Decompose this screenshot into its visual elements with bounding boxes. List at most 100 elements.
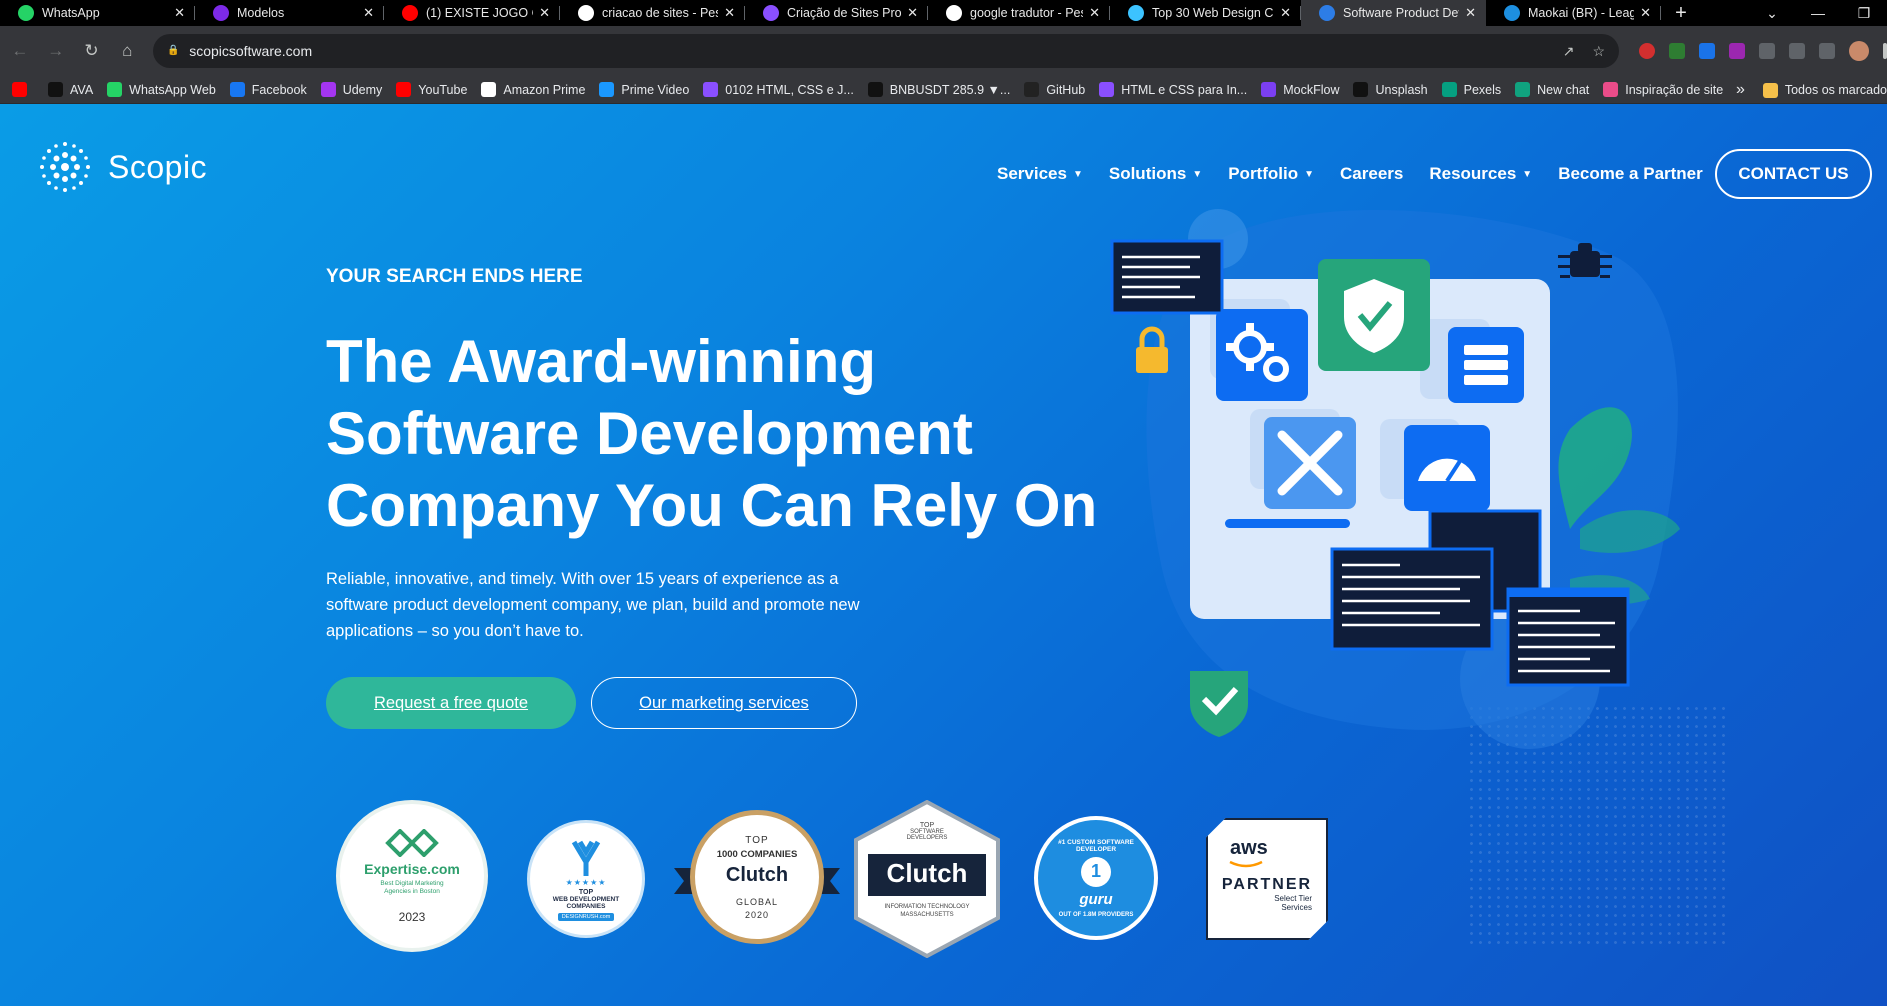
site-logo[interactable]: Scopic bbox=[38, 140, 207, 194]
chevron-down-icon: ▼ bbox=[1192, 168, 1203, 180]
youtube-icon bbox=[396, 82, 412, 97]
bookmark-item[interactable]: Prime Video bbox=[599, 82, 689, 97]
close-tab-icon[interactable]: ✕ bbox=[1465, 5, 1476, 21]
extension-icon[interactable] bbox=[1729, 43, 1745, 59]
scopic-logo-icon bbox=[40, 142, 90, 192]
bookmark-item[interactable]: Udemy bbox=[320, 82, 382, 97]
nav-item-careers[interactable]: Careers bbox=[1340, 164, 1403, 184]
expertise-logo-icon bbox=[385, 828, 439, 857]
bookmark-label: YouTube bbox=[418, 82, 468, 97]
close-tab-icon[interactable]: ✕ bbox=[539, 5, 550, 21]
nav-item-solutions[interactable]: Solutions ▼ bbox=[1109, 164, 1202, 184]
puzzle-icon[interactable] bbox=[1759, 43, 1775, 59]
nav-label: Become a Partner bbox=[1558, 164, 1703, 183]
guru-badge: #1 CUSTOM SOFTWARE DEVELOPER 1 guru OUT … bbox=[1034, 816, 1158, 940]
close-tab-icon[interactable]: ✕ bbox=[1280, 5, 1291, 21]
bookmark-item[interactable]: GitHub bbox=[1024, 82, 1085, 97]
headline-line: Company You Can Rely On bbox=[326, 472, 1098, 539]
hero-headline: The Award-winning Software Development C… bbox=[326, 326, 1106, 542]
home-button[interactable]: ⌂ bbox=[111, 35, 143, 67]
bookmarks-overflow-button[interactable]: » bbox=[1736, 81, 1745, 99]
browser-tab[interactable]: google tradutor - Pesq ✕ bbox=[928, 0, 1110, 26]
back-button[interactable]: ← bbox=[4, 35, 36, 67]
marketing-services-button[interactable]: Our marketing services bbox=[591, 677, 857, 729]
bookmark-item[interactable]: MockFlow bbox=[1261, 82, 1339, 97]
youtube-icon bbox=[402, 5, 418, 21]
bookmark-item[interactable]: WhatsApp Web bbox=[107, 82, 216, 97]
reading-list-icon[interactable] bbox=[1789, 43, 1805, 59]
browser-tab[interactable]: (1) EXISTE JOGO CON ✕ bbox=[384, 0, 560, 26]
close-tab-icon[interactable]: ✕ bbox=[724, 5, 735, 21]
nav-item-become-a-partner[interactable]: Become a Partner bbox=[1558, 164, 1703, 184]
browser-tab[interactable]: WhatsApp ✕ bbox=[0, 0, 195, 26]
bookmark-item[interactable] bbox=[12, 82, 34, 97]
bookmark-label: AVA bbox=[70, 82, 94, 97]
github-icon bbox=[1024, 82, 1040, 97]
bookmark-star-icon[interactable]: ☆ bbox=[1592, 43, 1605, 60]
nav-item-portfolio[interactable]: Portfolio ▼ bbox=[1228, 164, 1314, 184]
address-bar[interactable]: 🔒 scopicsoftware.com ↗ ☆ bbox=[153, 34, 1619, 68]
browser-tab[interactable]: Maokai (BR) - League ✕ bbox=[1486, 0, 1661, 26]
facebook-icon bbox=[229, 82, 245, 97]
extension-icon[interactable] bbox=[1699, 43, 1715, 59]
request-quote-button[interactable]: Request a free quote bbox=[326, 677, 576, 729]
bookmark-item[interactable]: 0102 HTML, CSS e J... bbox=[703, 82, 854, 97]
tab-title: Top 30 Web Design C bbox=[1152, 6, 1274, 20]
nav-item-resources[interactable]: Resources ▼ bbox=[1429, 164, 1532, 184]
bookmark-item[interactable]: BNBUSDT 285.9 ▼... bbox=[867, 82, 1011, 97]
close-tab-icon[interactable]: ✕ bbox=[1640, 5, 1651, 21]
close-tab-icon[interactable]: ✕ bbox=[174, 5, 185, 21]
ava-icon bbox=[48, 82, 63, 97]
restore-icon[interactable]: ❐ bbox=[1841, 0, 1887, 26]
bookmark-item[interactable]: Pexels bbox=[1441, 82, 1501, 97]
nav-item-services[interactable]: Services ▼ bbox=[997, 164, 1083, 184]
profile-avatar[interactable] bbox=[1849, 41, 1869, 61]
bookmark-item[interactable]: YouTube bbox=[396, 82, 467, 97]
guru-arc-top: #1 CUSTOM SOFTWARE DEVELOPER bbox=[1058, 838, 1134, 853]
share-icon[interactable]: ↗ bbox=[1563, 43, 1575, 60]
browser-tab[interactable]: Top 30 Web Design C ✕ bbox=[1110, 0, 1301, 26]
browser-tab[interactable]: Software Product Dev ✕ bbox=[1301, 0, 1486, 26]
bookmark-item[interactable]: Facebook bbox=[229, 82, 307, 97]
bookmark-item[interactable]: New chat bbox=[1515, 82, 1589, 97]
minimize-icon[interactable]: — bbox=[1795, 0, 1841, 26]
designrush-badge: ★★★★★ TOP WEB DEVELOPMENT COMPANIES DESI… bbox=[527, 820, 645, 938]
guru-arc-bottom: OUT OF 1.8M PROVIDERS bbox=[1058, 911, 1134, 918]
new-tab-button[interactable]: + bbox=[1661, 0, 1701, 26]
extension-icon[interactable] bbox=[1669, 43, 1685, 59]
browser-tab[interactable]: Criação de Sites Profis ✕ bbox=[745, 0, 928, 26]
bookmark-item[interactable]: Unsplash bbox=[1353, 82, 1428, 97]
menu-icon[interactable] bbox=[1883, 43, 1887, 59]
bookmark-label: New chat bbox=[1537, 82, 1590, 97]
site-icon bbox=[763, 5, 779, 21]
bookmarks-bar: AVA WhatsApp Web Facebook Udemy YouTube Amazo… bbox=[0, 76, 1887, 104]
extension-icon[interactable] bbox=[1639, 43, 1655, 59]
url-text: scopicsoftware.com bbox=[189, 43, 313, 59]
browser-tab[interactable]: criacao de sites - Pesq ✕ bbox=[560, 0, 745, 26]
hero-illustration bbox=[1110, 209, 1680, 749]
mockflow-icon bbox=[1261, 82, 1277, 97]
forward-button[interactable]: → bbox=[40, 35, 72, 67]
bookmark-item[interactable]: HTML e CSS para In... bbox=[1099, 82, 1247, 97]
scopic-icon bbox=[1319, 5, 1335, 21]
contact-us-button[interactable]: CONTACT US bbox=[1715, 149, 1872, 199]
bookmarks-folder[interactable]: Todos os marcado bbox=[1762, 82, 1887, 98]
browser-tab[interactable]: Modelos ✕ bbox=[195, 0, 384, 26]
designrush-logo-icon bbox=[571, 840, 601, 876]
close-tab-icon[interactable]: ✕ bbox=[907, 5, 918, 21]
hero-description: Reliable, innovative, and timely. With o… bbox=[326, 570, 860, 640]
clutch-ma-top: TOP SOFTWARE DEVELOPERS bbox=[854, 822, 1000, 841]
bookmark-item[interactable]: AVA bbox=[48, 82, 93, 97]
reload-button[interactable]: ↻ bbox=[76, 35, 108, 67]
bookmark-item[interactable]: Amazon Prime bbox=[481, 82, 585, 97]
stars: ★★★★★ bbox=[565, 877, 607, 887]
bookmark-label: BNBUSDT 285.9 ▼... bbox=[889, 82, 1011, 97]
tab-title: Modelos bbox=[237, 6, 285, 20]
close-tab-icon[interactable]: ✕ bbox=[1089, 5, 1100, 21]
expertise-badge: Expertise.com Best Digital Marketing Age… bbox=[336, 800, 488, 952]
bookmark-label: HTML e CSS para In... bbox=[1121, 82, 1248, 97]
side-panel-icon[interactable] bbox=[1819, 43, 1835, 59]
tab-search-icon[interactable]: ⌄ bbox=[1749, 0, 1795, 26]
close-tab-icon[interactable]: ✕ bbox=[363, 5, 374, 21]
bookmark-item[interactable]: Inspiração de site bbox=[1603, 82, 1723, 97]
